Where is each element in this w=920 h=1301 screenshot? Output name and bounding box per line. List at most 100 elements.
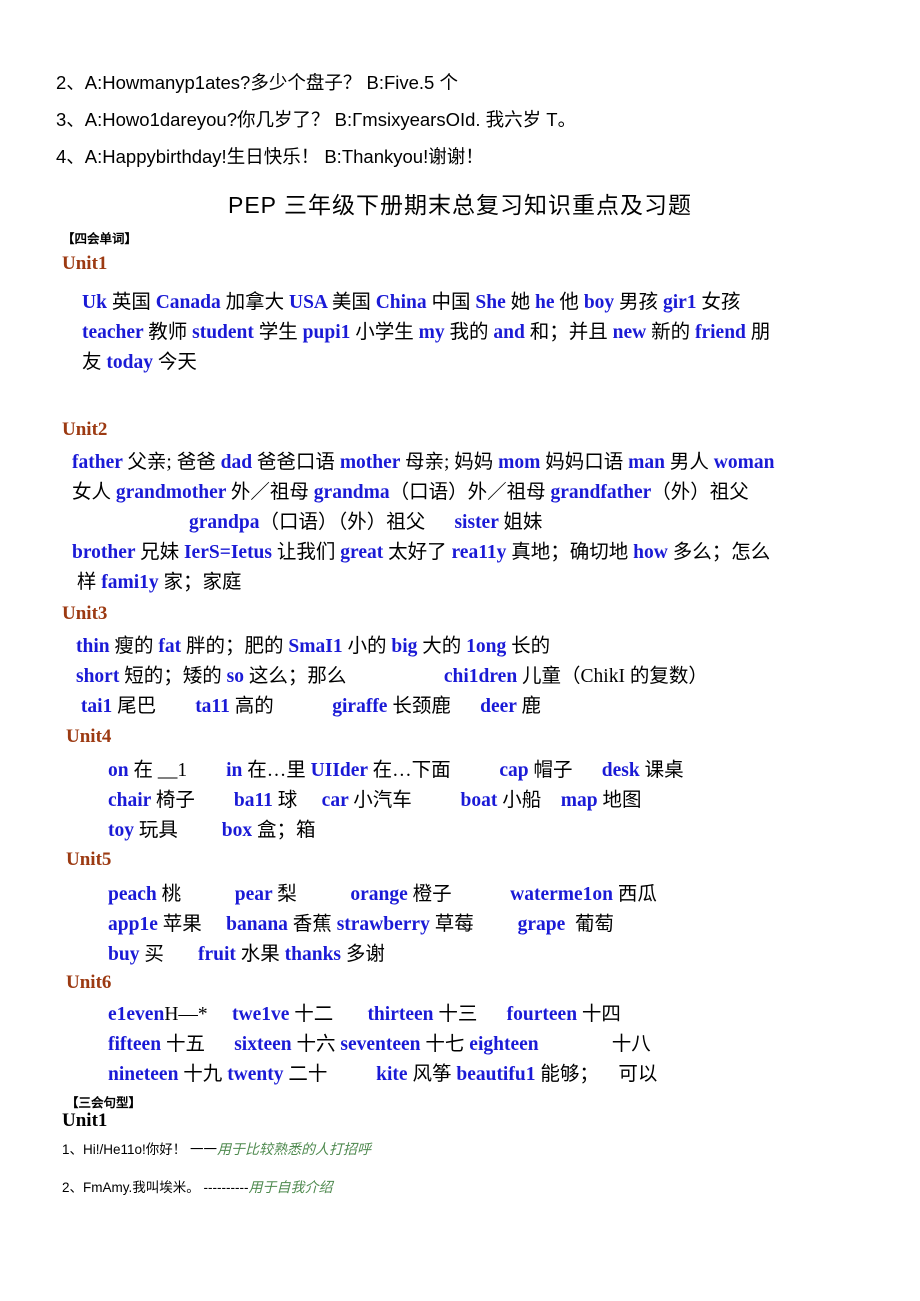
vocab-word-cn: 学生: [258, 322, 303, 343]
vocab-word-en: fat: [158, 636, 186, 657]
vocab-line: fifteen 十五 sixteen 十六 seventeen 十七 eight…: [108, 1030, 918, 1060]
vocab-word-cn: 他: [559, 292, 584, 313]
vocab-word-cn: 让我们: [276, 542, 341, 563]
vocab-word-en: woman: [713, 452, 775, 473]
vocab-word-en: in: [226, 760, 248, 781]
vocab-word-en: deer: [480, 696, 522, 717]
vocab-word-cn: 友: [82, 352, 107, 373]
unit-heading-3: Unit3: [62, 603, 108, 624]
sentence-pattern-text-1: 1、Hi!/He11o!你好！ 一一: [62, 1142, 218, 1157]
vocab-word-en: ta11: [195, 696, 235, 717]
vocab-word-en: gir1: [662, 292, 702, 313]
vocab-line: on 在 __1 in 在…里 UIIder 在…下面 cap 帽子 desk …: [108, 756, 918, 786]
vocab-word-cn: 桃: [161, 884, 235, 905]
vocab-word-cn: 瘦的: [114, 636, 159, 657]
vocab-word-en: e1even: [108, 1004, 165, 1025]
vocab-word-cn: 能够； 可以: [540, 1064, 658, 1085]
vocab-word-cn: 十五: [165, 1034, 235, 1055]
vocab-word-cn: 十四: [581, 1004, 621, 1025]
vocab-word-cn: 梨: [277, 884, 351, 905]
top-line-2: 2、A:Howmanyp1ates?多少个盘子？ B:Five.5 个: [56, 72, 458, 93]
vocab-word-en: student: [192, 322, 259, 343]
vocab-word-en: giraffe: [332, 696, 393, 717]
vocab-word-cn: 男孩: [619, 292, 663, 313]
vocab-word-en: and: [493, 322, 530, 343]
vocab-word-en: nineteen: [108, 1064, 184, 1085]
vocab-word-cn: [72, 512, 189, 533]
vocab-line: buy 买 fruit 水果 thanks 多谢: [108, 940, 918, 970]
page-title: PEP 三年级下册期末总复习知识重点及习题: [228, 192, 692, 218]
vocab-word-cn: 十三: [438, 1004, 507, 1025]
vocab-word-cn: （外）祖父: [651, 482, 749, 503]
vocab-word-en: waterme1on: [510, 884, 618, 905]
vocab-word-cn: 苹果: [162, 914, 227, 935]
vocab-word-cn: 玩具: [138, 820, 222, 841]
vocab-word-en: rea11y: [451, 542, 512, 563]
vocab-word-en: buy: [108, 944, 145, 965]
vocab-word-cn: 今天: [157, 352, 197, 373]
vocab-word-en: grandfather: [550, 482, 652, 503]
vocab-word-cn: 多么；怎么: [672, 542, 771, 563]
vocab-line: father 父亲; 爸爸 dad 爸爸口语 mother 母亲; 妈妈 mom…: [72, 448, 882, 478]
document-page: 2、A:Howmanyp1ates?多少个盘子？ B:Five.5 个 3、A:…: [0, 0, 920, 1301]
vocab-line: app1e 苹果 banana 香蕉 strawberry 草莓 grape 葡…: [108, 910, 918, 940]
vocab-word-cn: 大的: [422, 636, 467, 657]
vocab-word-en: USA: [289, 292, 332, 313]
vocab-word-en: car: [321, 790, 354, 811]
vocab-word-en: twe1ve: [232, 1004, 295, 1025]
vocab-word-en: thanks: [284, 944, 346, 965]
vocab-word-cn: 课桌: [644, 760, 684, 781]
vocab-word-cn: （口语）外／祖母: [389, 482, 551, 503]
top-line-3: 3、A:Howo1dareyou?你几岁了？ B:ΓmsixyearsOId. …: [56, 109, 577, 130]
vocab-word-cn: 十七: [425, 1034, 470, 1055]
unit-heading-4: Unit4: [66, 726, 112, 747]
vocab-word-en: man: [628, 452, 670, 473]
vocab-word-cn: 尾巴: [117, 696, 196, 717]
vocab-word-en: eighteen: [469, 1034, 544, 1055]
vocab-word-en: cap: [499, 760, 534, 781]
vocab-word-cn: 西瓜: [617, 884, 657, 905]
vocab-word-en: so: [226, 666, 249, 687]
vocab-word-cn: 十二: [294, 1004, 368, 1025]
vocab-block-unit5: peach 桃 pear 梨 orange 橙子 waterme1on 西瓜 ap…: [108, 880, 918, 970]
vocab-line: e1evenH—* twe1ve 十二 thirteen 十三 fourteen…: [108, 1000, 918, 1030]
vocab-word-en: great: [340, 542, 389, 563]
vocab-word-en: Canada: [155, 292, 226, 313]
vocab-word-en: thin: [76, 636, 115, 657]
vocab-word-cn: 葡萄: [570, 914, 615, 935]
vocab-word-cn: 长的: [511, 636, 551, 657]
vocab-word-cn: H—*: [164, 1004, 233, 1025]
vocab-word-en: he: [535, 292, 560, 313]
vocab-word-en: brother: [72, 542, 141, 563]
vocab-word-cn: 短的；矮的: [124, 666, 227, 687]
vocab-word-cn: 地图: [602, 790, 642, 811]
sentence-pattern-item-2: 2、FmAmy.我叫埃米。 ----------用于自我介绍: [62, 1176, 332, 1197]
vocab-word-en: seventeen: [340, 1034, 426, 1055]
vocab-word-en: fruit: [197, 944, 241, 965]
vocab-word-cn: 香蕉: [292, 914, 337, 935]
top-line-4: 4、A:Happybirthday!生日快乐！ B:Thankyou!谢谢！: [56, 146, 484, 167]
vocab-word-cn: 买: [144, 944, 198, 965]
vocab-word-cn: 和；并且: [529, 322, 613, 343]
vocab-block-unit1: Uk 英国 Canada 加拿大 USA 美国 China 中国 She 她 h…: [82, 288, 882, 378]
vocab-word-en: on: [108, 760, 134, 781]
vocab-word-en: chi1dren: [443, 666, 523, 687]
vocab-word-cn: 太好了: [388, 542, 452, 563]
section-tag-three-skills: 【三会句型】: [66, 1096, 142, 1110]
vocab-word-cn: 中国: [431, 292, 476, 313]
vocab-word-cn: 高的: [234, 696, 333, 717]
sentence-pattern-unit-heading: Unit1: [62, 1110, 108, 1131]
vocab-word-cn: 长颈鹿: [392, 696, 481, 717]
vocab-word-en: boy: [583, 292, 620, 313]
vocab-word-cn: 帽子: [533, 760, 602, 781]
sentence-pattern-note-1: 用于比较熟悉的人打招呼: [217, 1143, 372, 1158]
vocab-word-en: UIIder: [310, 760, 373, 781]
top-sentence-lines: 2、A:Howmanyp1ates?多少个盘子？ B:Five.5 个 3、A:…: [56, 64, 876, 175]
vocab-word-cn: 兄妹: [140, 542, 184, 563]
vocab-word-cn: 二十: [288, 1064, 377, 1085]
vocab-word-en: pear: [234, 884, 278, 905]
vocab-word-en: app1e: [108, 914, 163, 935]
vocab-word-en: ba11: [233, 790, 278, 811]
vocab-word-cn: 样: [72, 572, 102, 593]
section-tag-four-skills: 【四会单词】: [62, 232, 138, 246]
